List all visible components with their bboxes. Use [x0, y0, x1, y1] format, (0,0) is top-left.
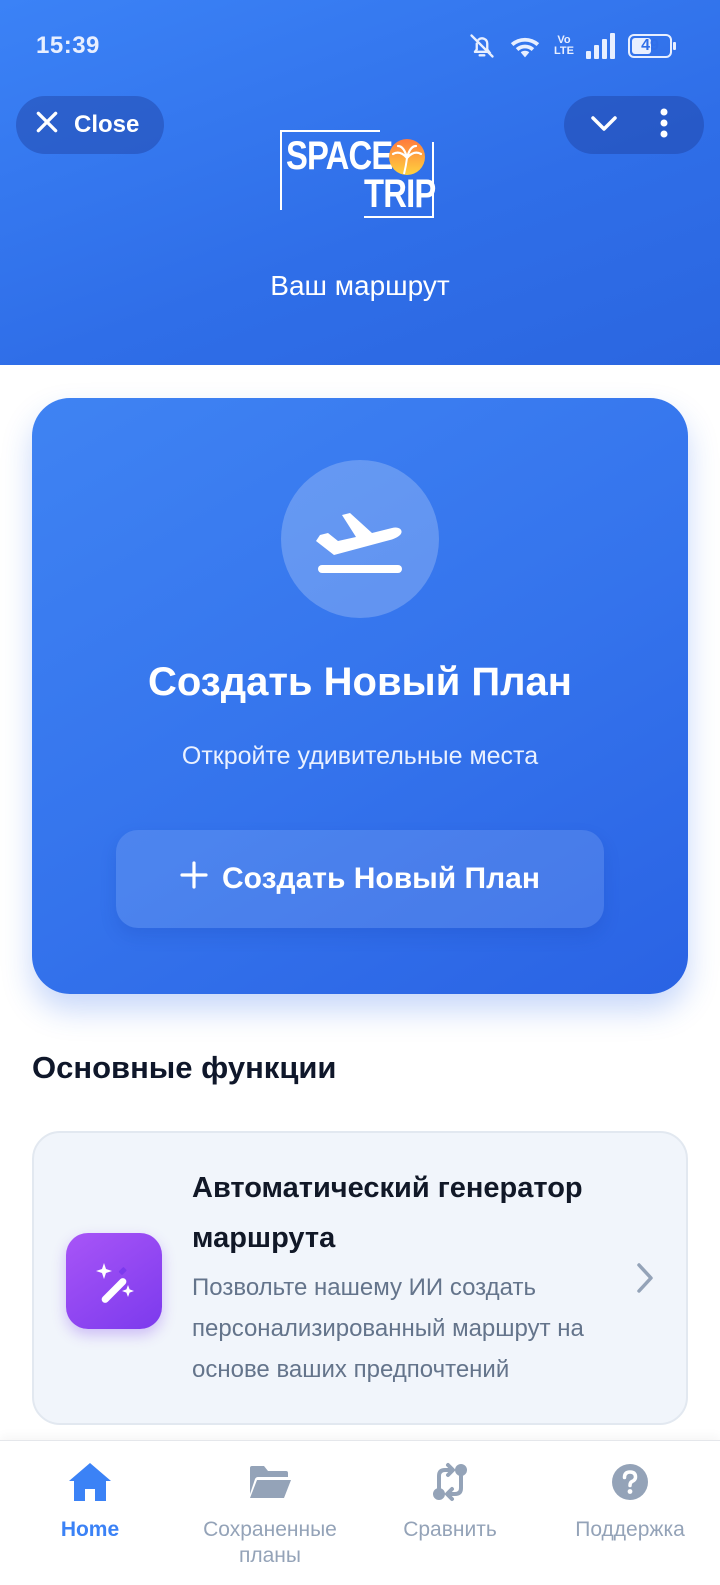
feature-card-itinerary-generator[interactable]: Автоматический генератор маршрута Позвол…	[32, 1131, 688, 1425]
nav-item-home[interactable]: Home	[0, 1461, 180, 1543]
hero-subtitle: Откройте удивительные места	[181, 742, 539, 770]
signal-icon	[586, 33, 616, 59]
collapse-button[interactable]	[579, 100, 629, 150]
folder-icon	[248, 1464, 292, 1507]
nav-label-support: Поддержка	[575, 1518, 685, 1541]
battery-icon: 49	[628, 34, 676, 58]
close-icon	[34, 109, 60, 142]
plus-icon	[180, 861, 208, 897]
header-menu	[564, 96, 704, 154]
airplane-takeoff-icon	[312, 497, 408, 582]
page-title: Ваш маршрут	[270, 270, 450, 301]
close-button[interactable]: Close	[16, 96, 164, 154]
create-plan-button-label: Создать Новый План	[222, 862, 540, 895]
wifi-icon	[508, 33, 542, 59]
mute-icon	[468, 32, 496, 60]
more-options-button[interactable]	[639, 100, 689, 150]
bottom-navigation: Home Сохраненные планы Сравнить Поддержк…	[0, 1440, 720, 1585]
create-plan-card: Создать Новый План Откройте удивительные…	[32, 398, 688, 994]
palm-sun-icon	[386, 136, 428, 183]
hero-icon-circle	[281, 460, 439, 618]
space-trip-logo: SPACE TRIP	[280, 130, 440, 220]
home-icon	[67, 1461, 113, 1510]
feature-title: Автоматический генератор маршрута	[192, 1172, 583, 1254]
section-title-features: Основные функции	[32, 1050, 337, 1085]
create-plan-button[interactable]: Создать Новый План	[116, 830, 604, 928]
nav-item-compare[interactable]: Сравнить	[360, 1462, 540, 1543]
status-icons: Vo LTE 49	[468, 30, 676, 62]
chevron-down-icon	[589, 113, 619, 138]
feature-description: Позвольте нашему ИИ создать персонализир…	[192, 1274, 584, 1383]
close-label: Close	[74, 111, 140, 138]
nav-label-saved-plans: Сохраненные планы	[203, 1518, 337, 1567]
nav-item-support[interactable]: Поддержка	[540, 1463, 720, 1543]
status-time: 15:39	[36, 32, 100, 59]
status-bar: 15:39 Vo LTE 49	[0, 0, 720, 90]
chevron-right-icon	[634, 1261, 656, 1300]
magic-wand-icon	[66, 1233, 162, 1329]
help-icon	[611, 1463, 649, 1508]
volte-indicator: Vo LTE	[554, 34, 574, 57]
nav-label-compare: Сравнить	[403, 1518, 497, 1541]
battery-level: 49	[641, 37, 659, 54]
more-vertical-icon	[660, 108, 668, 143]
nav-item-saved-plans[interactable]: Сохраненные планы	[180, 1463, 360, 1569]
nav-label-home: Home	[60, 1518, 120, 1541]
app-header: 15:39 Vo LTE 49 Close SPACE TRIP Ваш мар…	[0, 0, 720, 365]
compare-icon	[430, 1462, 470, 1509]
hero-title: Создать Новый План	[148, 660, 572, 704]
